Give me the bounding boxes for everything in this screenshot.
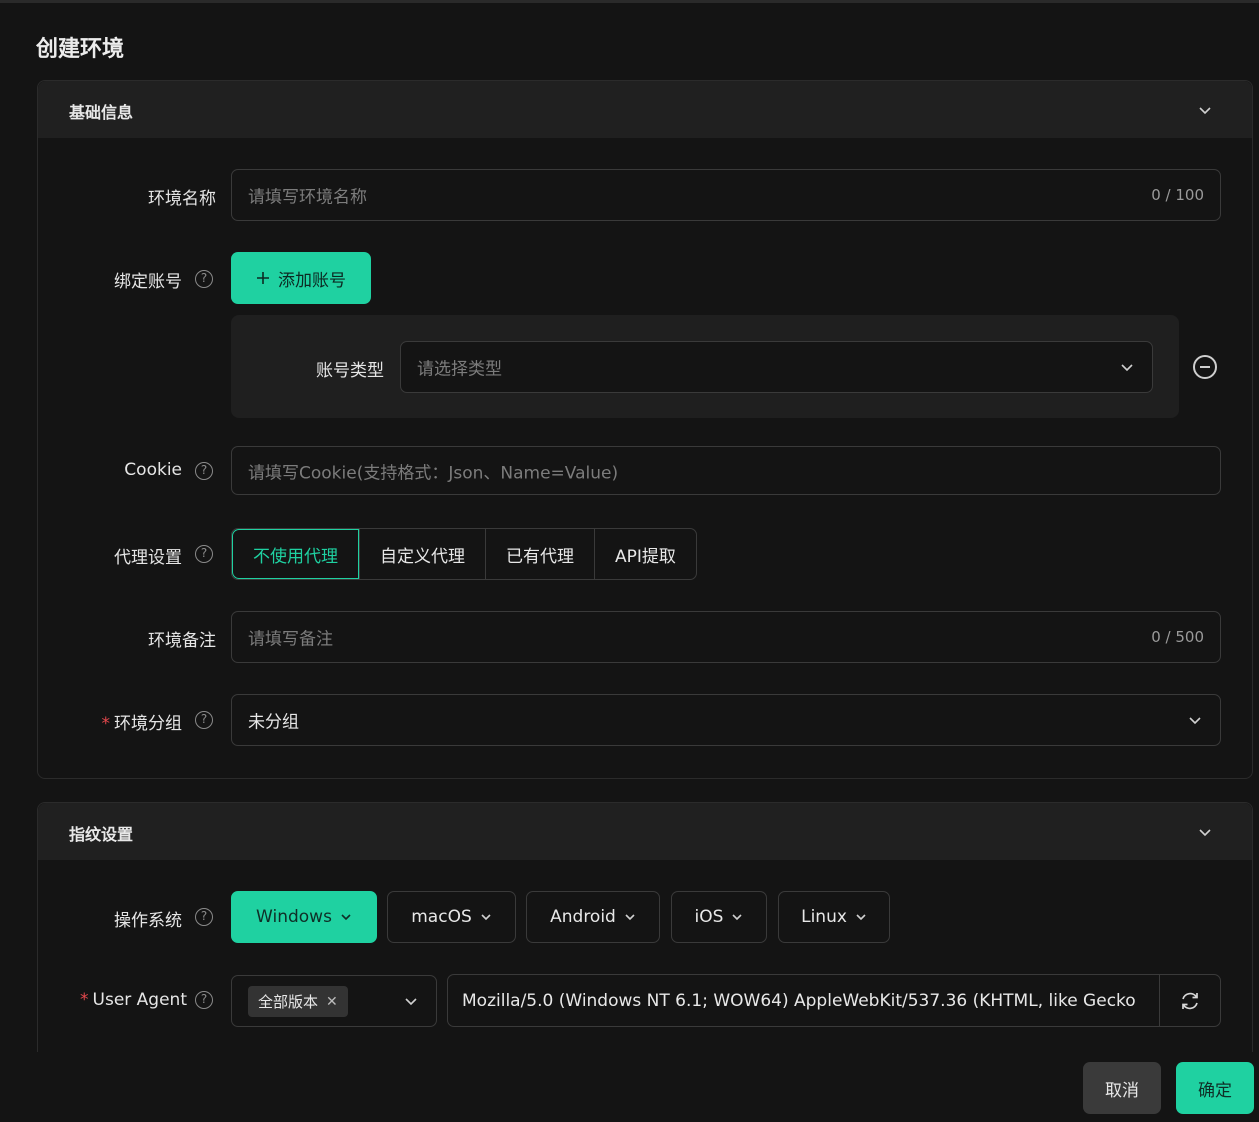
chevron-down-icon (341, 914, 351, 921)
dialog-title: 创建环境 (36, 37, 125, 62)
remove-account-icon[interactable] (1193, 355, 1217, 379)
chevron-down-icon (1121, 364, 1133, 372)
os-windows-button[interactable]: Windows (231, 891, 377, 943)
refresh-icon (1182, 992, 1198, 1009)
env-name-label: 环境名称 (148, 189, 216, 209)
os-label: 操作系统 (114, 911, 182, 931)
os-ios-label: iOS (694, 907, 724, 927)
os-android-button[interactable]: Android (526, 891, 660, 943)
add-account-button[interactable]: 添加账号 (231, 252, 371, 304)
proxy-segmented-control: 不使用代理 自定义代理 已有代理 API提取 (231, 528, 697, 580)
user-agent-input[interactable]: Mozilla/5.0 (Windows NT 6.1; WOW64) Appl… (447, 974, 1221, 1027)
remark-placeholder: 请填写备注 (248, 629, 333, 650)
close-icon[interactable]: ✕ (326, 994, 338, 1010)
os-macos-button[interactable]: macOS (387, 891, 516, 943)
cancel-button[interactable]: 取消 (1083, 1062, 1161, 1114)
env-name-placeholder: 请填写环境名称 (248, 187, 367, 208)
help-icon[interactable]: ? (195, 462, 213, 480)
user-agent-value: Mozilla/5.0 (Windows NT 6.1; WOW64) Appl… (462, 990, 1136, 1011)
group-label-text: 环境分组 (114, 714, 182, 734)
group-value: 未分组 (248, 712, 299, 733)
help-icon[interactable]: ? (195, 545, 213, 563)
chevron-down-icon (1189, 717, 1201, 725)
os-windows-label: Windows (256, 907, 332, 927)
basic-info-header[interactable]: 基础信息 (38, 81, 1252, 138)
account-type-select[interactable]: 请选择类型 (400, 341, 1153, 393)
ua-version-select[interactable]: 全部版本 ✕ (231, 975, 437, 1027)
user-agent-label-text: User Agent (92, 990, 187, 1010)
proxy-label: 代理设置 (114, 548, 182, 568)
group-select[interactable]: 未分组 (231, 694, 1221, 746)
account-type-placeholder: 请选择类型 (417, 359, 502, 380)
cookie-input[interactable]: 请填写Cookie(支持格式：Json、Name=Value) (231, 446, 1221, 495)
os-linux-label: Linux (801, 907, 847, 927)
add-account-label: 添加账号 (278, 270, 346, 291)
refresh-button[interactable] (1159, 975, 1220, 1026)
version-tag: 全部版本 ✕ (248, 986, 348, 1017)
proxy-option-api[interactable]: API提取 (594, 529, 696, 579)
help-icon[interactable]: ? (195, 270, 213, 288)
help-icon[interactable]: ? (195, 908, 213, 926)
basic-info-title: 基础信息 (69, 103, 134, 122)
create-environment-dialog: 创建环境 基础信息 环境名称 请填写环境名称 0 / 100 绑定账号 ? 添加… (0, 0, 1259, 1122)
proxy-option-existing[interactable]: 已有代理 (485, 529, 594, 579)
user-agent-label: * User Agent (80, 990, 187, 1010)
version-tag-label: 全部版本 (258, 993, 319, 1011)
os-ios-button[interactable]: iOS (671, 891, 767, 943)
env-name-counter: 0 / 100 (1151, 186, 1204, 204)
chevron-down-icon (481, 914, 491, 921)
chevron-down-icon (856, 914, 866, 921)
required-mark: * (101, 714, 111, 734)
help-icon[interactable]: ? (195, 991, 213, 1009)
proxy-option-none[interactable]: 不使用代理 (232, 529, 359, 579)
bind-account-label: 绑定账号 (114, 272, 182, 292)
os-macos-label: macOS (411, 907, 472, 927)
chevron-down-icon (732, 914, 743, 921)
account-type-label: 账号类型 (316, 361, 384, 381)
cookie-placeholder: 请填写Cookie(支持格式：Json、Name=Value) (248, 463, 619, 483)
cookie-label: Cookie (124, 460, 182, 480)
chevron-down-icon[interactable] (1198, 825, 1212, 839)
plus-icon (257, 272, 269, 284)
env-name-input[interactable]: 请填写环境名称 0 / 100 (231, 169, 1221, 221)
proxy-option-custom[interactable]: 自定义代理 (359, 529, 485, 579)
help-icon[interactable]: ? (195, 711, 213, 729)
chevron-down-icon (405, 998, 417, 1006)
os-linux-button[interactable]: Linux (778, 891, 890, 943)
chevron-down-icon[interactable] (1198, 103, 1212, 117)
confirm-button[interactable]: 确定 (1176, 1062, 1254, 1114)
chevron-down-icon (625, 914, 635, 921)
os-android-label: Android (550, 907, 616, 927)
group-label: * 环境分组 (102, 709, 183, 734)
fingerprint-title: 指纹设置 (69, 825, 134, 844)
remark-counter: 0 / 500 (1151, 628, 1204, 646)
remark-input[interactable]: 请填写备注 0 / 500 (231, 611, 1221, 663)
remark-label: 环境备注 (148, 631, 216, 651)
required-mark: * (80, 990, 89, 1010)
fingerprint-header[interactable]: 指纹设置 (38, 803, 1252, 860)
